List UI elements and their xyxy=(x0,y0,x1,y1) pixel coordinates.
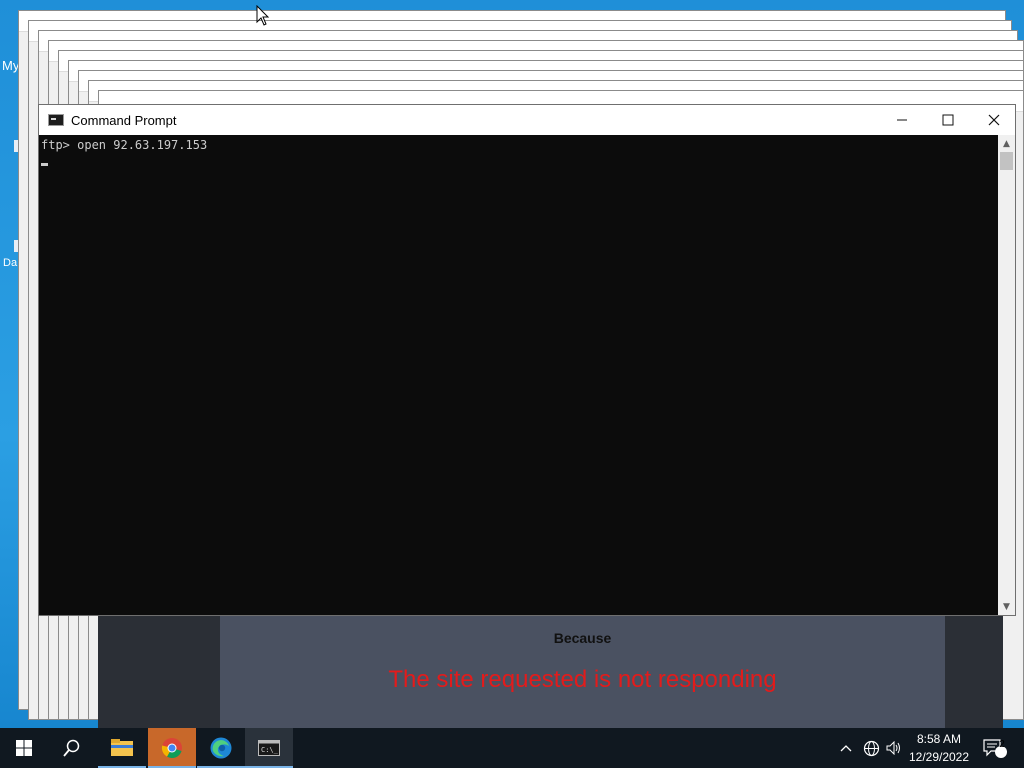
taskbar: C:\_ 8:58 AM 12/29/2022 2 xyxy=(0,728,1024,768)
clock-date: 12/29/2022 xyxy=(908,750,970,764)
maximize-icon xyxy=(942,114,954,126)
console-output[interactable]: ftp> open 92.63.197.153 xyxy=(39,135,999,615)
because-heading: Because xyxy=(553,630,612,646)
notification-count: 2 xyxy=(999,739,1005,750)
scroll-thumb[interactable] xyxy=(1000,152,1013,170)
chrome-icon xyxy=(161,738,182,758)
taskbar-command-prompt[interactable]: C:\_ xyxy=(245,728,293,768)
command-prompt-window[interactable]: Command Prompt ftp> open 92.63.197.153 ▲… xyxy=(38,104,1016,616)
window-title: Command Prompt xyxy=(71,112,177,128)
taskbar-edge[interactable] xyxy=(197,728,245,768)
svg-text:C:\_: C:\_ xyxy=(261,746,279,754)
taskbar-chrome[interactable] xyxy=(148,728,196,768)
edge-icon xyxy=(210,737,232,759)
chevron-up-icon xyxy=(840,745,852,752)
scroll-down-arrow-icon[interactable]: ▼ xyxy=(998,598,1015,615)
speaker-icon xyxy=(886,741,900,755)
command-prompt-icon xyxy=(48,114,64,126)
minimize-icon xyxy=(897,119,907,121)
taskbar-file-explorer[interactable] xyxy=(98,728,146,768)
globe-network-icon xyxy=(863,740,879,756)
start-button[interactable] xyxy=(0,728,48,768)
action-center-button[interactable]: 2 xyxy=(980,728,1010,768)
maximize-button[interactable] xyxy=(925,105,971,135)
vertical-scrollbar[interactable]: ▲ ▼ xyxy=(998,135,1015,615)
show-hidden-icons-button[interactable] xyxy=(836,728,856,768)
scroll-up-arrow-icon[interactable]: ▲ xyxy=(998,135,1015,152)
mouse-pointer-icon xyxy=(256,5,270,26)
minimize-button[interactable] xyxy=(879,105,925,135)
clock-time: 8:58 AM xyxy=(916,732,962,746)
network-button[interactable] xyxy=(860,728,882,768)
close-button[interactable] xyxy=(971,105,1017,135)
command-prompt-icon: C:\_ xyxy=(258,740,280,756)
console-line: ftp> open 92.63.197.153 xyxy=(41,138,208,152)
text-cursor xyxy=(41,163,48,166)
desktop-icon-label-my[interactable]: My xyxy=(2,58,19,73)
error-message: The site requested is not responding xyxy=(388,666,777,693)
search-button[interactable] xyxy=(48,728,96,768)
close-icon xyxy=(988,114,1000,126)
volume-button[interactable] xyxy=(884,728,904,768)
desktop-icon-label-da[interactable]: Da xyxy=(3,257,17,269)
error-card: Because The site requested is not respon… xyxy=(220,616,945,728)
file-explorer-icon xyxy=(111,739,133,756)
window-titlebar[interactable]: Command Prompt xyxy=(39,105,1015,135)
start-icon xyxy=(16,740,32,756)
clock[interactable]: 8:58 AM 12/29/2022 xyxy=(902,730,976,766)
search-icon xyxy=(63,739,80,757)
